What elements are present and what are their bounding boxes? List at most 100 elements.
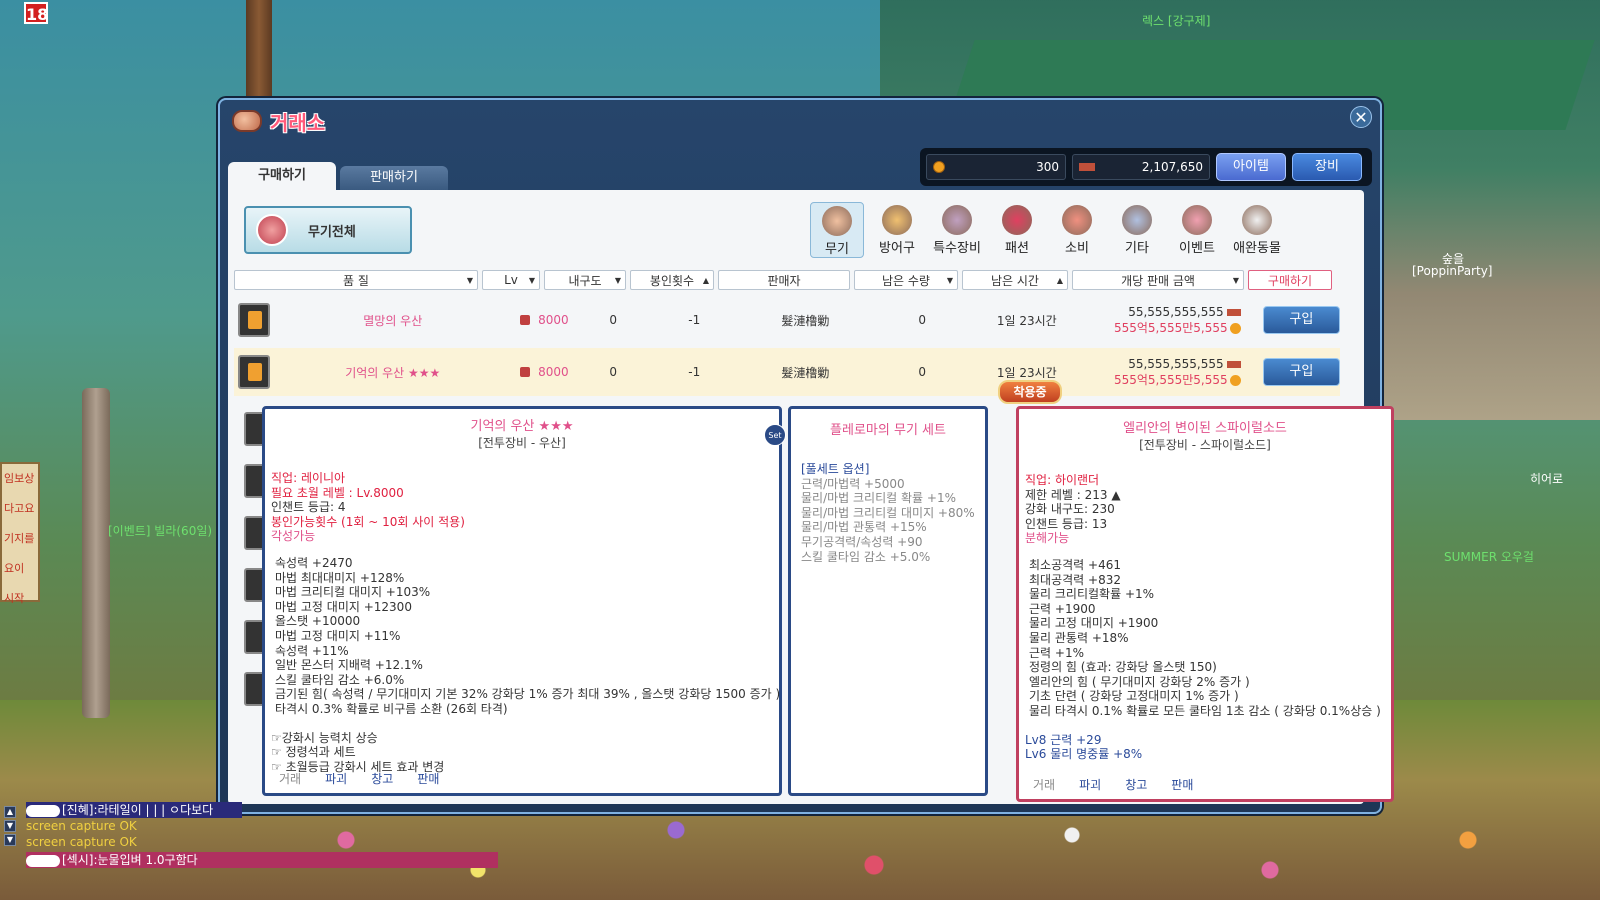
- header-quality[interactable]: 품 질 ▼: [234, 270, 478, 290]
- window-title-bar[interactable]: 거래소: [232, 106, 325, 136]
- tooltip-stat: 최소공격력 +461: [1029, 557, 1121, 572]
- close-button[interactable]: ✕: [1350, 106, 1372, 128]
- chat-message: screen capture OK: [26, 834, 137, 850]
- meso-icon: [1079, 163, 1095, 171]
- age-rating-badge: 18: [24, 2, 48, 24]
- special-gear-icon: [942, 205, 972, 235]
- tooltip-action-trade[interactable]: 거래: [1033, 776, 1055, 793]
- tooltip-action-destroy[interactable]: 파괴: [1079, 776, 1101, 793]
- category-fashion[interactable]: 패션: [990, 202, 1044, 258]
- tooltip-action-storage[interactable]: 창고: [1125, 776, 1147, 793]
- chat-text: screen capture OK: [26, 819, 137, 833]
- tooltip-level-bonus: Lv8 근력 +29: [1025, 732, 1102, 747]
- tooltip-stat: 기초 단련 ( 강화당 고정대미지 1% 증가 ): [1029, 689, 1239, 704]
- equipment-mode-button[interactable]: 장비: [1292, 153, 1362, 181]
- sign-text: 요이: [4, 562, 25, 575]
- channel-tag-icon: [26, 804, 60, 817]
- category-label: 특수장비: [933, 241, 981, 256]
- item-icon[interactable]: [238, 355, 271, 389]
- chat-text: screen capture OK: [26, 835, 137, 849]
- header-label: 판매자: [767, 273, 801, 288]
- table-header: 품 질 ▼ Lv ▼ 내구도 ▼ 봉인횟수 ▲ 판매자 남은 수량 ▼ 남은 시간 ▲ 개당 판매 금액 ▼…: [234, 270, 1332, 290]
- tooltip-note: ☞강화시 능력치 상승: [271, 730, 378, 745]
- tooltip-stat: 속성력 +2470: [275, 555, 353, 570]
- tooltip-stat: 물리 관통력 +18%: [1029, 630, 1129, 645]
- armor-icon: [882, 205, 912, 235]
- header-buy: 구매하기: [1248, 270, 1332, 290]
- remaining-qty: 0: [918, 313, 927, 327]
- category-select-button[interactable]: 무기전체: [244, 206, 412, 254]
- sign-text: 다고요: [4, 502, 35, 515]
- item-mode-button[interactable]: 아이템: [1216, 153, 1286, 181]
- tooltip-stat: 마법 최대대미지 +128%: [275, 570, 405, 585]
- set-option: 물리/마법 관통력 +15%: [801, 520, 927, 535]
- price-korean: 555억5,555만5,555: [1084, 320, 1241, 336]
- header-remaining-time[interactable]: 남은 시간 ▲: [962, 270, 1068, 290]
- meso-icon: [1226, 361, 1241, 368]
- tooltip-requirement: 필요 초월 레벨 : Lv.8000: [271, 485, 404, 500]
- event-icon: [1182, 205, 1212, 235]
- character-nametag: 렉스 [강구제]: [1142, 14, 1211, 28]
- header-label: 품 질: [343, 273, 369, 288]
- category-weapon[interactable]: 무기: [810, 202, 864, 258]
- header-seller[interactable]: 판매자: [718, 270, 850, 290]
- remaining-qty: 0: [918, 365, 927, 379]
- tooltip-action-sell[interactable]: 판매: [1171, 776, 1193, 793]
- notice-sign: 임보상 다고요 기지를 요이 시작: [0, 462, 40, 605]
- meso-display: 2,107,650: [1072, 154, 1210, 180]
- item-level: 8000: [515, 313, 573, 327]
- maple-points-value: 300: [1036, 160, 1059, 174]
- remaining-time: 1일 23시간: [996, 365, 1057, 380]
- tooltip-note: ☞ 정령석과 세트: [271, 745, 356, 760]
- tooltip-action-sell[interactable]: 판매: [417, 770, 439, 787]
- header-label: 개당 판매 금액: [1121, 273, 1195, 288]
- tab-sell[interactable]: 판매하기: [340, 166, 448, 190]
- category-consumable[interactable]: 소비: [1050, 202, 1104, 258]
- tab-buy[interactable]: 구매하기: [228, 162, 336, 190]
- category-armor[interactable]: 방어구: [870, 202, 924, 258]
- sort-arrow-icon: ▼: [1232, 275, 1239, 285]
- tooltip-level-bonus: Lv6 물리 명중률 +8%: [1025, 747, 1143, 762]
- tooltip-stat: 물리 고정 대미지 +1900: [1029, 616, 1159, 631]
- buy-button[interactable]: 구입: [1262, 358, 1341, 386]
- tooltip-set-title: 플레로마의 무기 세트: [830, 423, 946, 438]
- exchange-icon: [232, 110, 262, 132]
- price-meso-value: 55,555,555,555: [1128, 357, 1224, 371]
- weapon-all-icon: [256, 214, 288, 246]
- chat-message: [진혜]:라테일이 | | | ㅇ다보다: [26, 802, 242, 818]
- header-remaining-qty[interactable]: 남은 수량 ▼: [854, 270, 958, 290]
- unit-price: 55,555,555,555 555억5,555만5,555: [1084, 304, 1241, 336]
- tooltip-action-storage[interactable]: 창고: [371, 770, 393, 787]
- table-row[interactable]: 멸망의 우산 8000 0 -1 髮漣橹勦 0 1일 23시간 55,555,555,555 5…: [234, 296, 1341, 344]
- category-label: 기타: [1125, 241, 1149, 256]
- buy-button[interactable]: 구입: [1262, 306, 1341, 334]
- tooltip-stat: 마법 고정 대미지 +12300: [275, 599, 412, 614]
- header-label: 남은 수량: [882, 273, 930, 288]
- tooltip-stat: 스킬 쿨타임 감소 +6.0%: [275, 672, 405, 687]
- category-event[interactable]: 이벤트: [1170, 202, 1224, 258]
- wooden-pole: [246, 0, 272, 110]
- maple-point-coin-icon: [933, 161, 945, 173]
- item-icon[interactable]: [238, 303, 271, 337]
- category-label: 소비: [1065, 241, 1089, 256]
- tooltip-action-trade[interactable]: 거래: [279, 770, 301, 787]
- category-pet[interactable]: 애완동물: [1230, 202, 1284, 258]
- table-row[interactable]: 기억의 우산 ★★★ 8000 0 -1 髮漣橹勦 0 1일 23시간 55,555,555,…: [234, 348, 1341, 396]
- header-durability[interactable]: 내구도 ▼: [544, 270, 626, 290]
- sign-text: 시작: [4, 592, 25, 605]
- unit-price: 55,555,555,555 555억5,555만5,555: [1084, 356, 1241, 388]
- header-level[interactable]: Lv ▼: [482, 270, 540, 290]
- chat-message: [섹시]:눈물입벼 1.0구함다: [26, 852, 498, 868]
- sort-arrow-icon: ▲: [1056, 275, 1063, 285]
- chat-message: screen capture OK: [26, 818, 137, 834]
- category-special-gear[interactable]: 특수장비: [930, 202, 984, 258]
- header-seal-count[interactable]: 봉인횟수 ▲: [630, 270, 714, 290]
- category-etc[interactable]: 기타: [1110, 202, 1164, 258]
- chat-text: [진혜]:라테일이 | | | ㅇ다보다: [62, 803, 214, 817]
- seller-name: 髮漣橹勦: [781, 365, 830, 380]
- consumable-icon: [1062, 205, 1092, 235]
- sign-text: 기지를: [4, 532, 35, 545]
- tooltip-action-destroy[interactable]: 파괴: [325, 770, 347, 787]
- header-unit-price[interactable]: 개당 판매 금액 ▼: [1072, 270, 1244, 290]
- tooltip-equipped-subtitle: [전투장비 - 스파이럴소드]: [1139, 438, 1271, 452]
